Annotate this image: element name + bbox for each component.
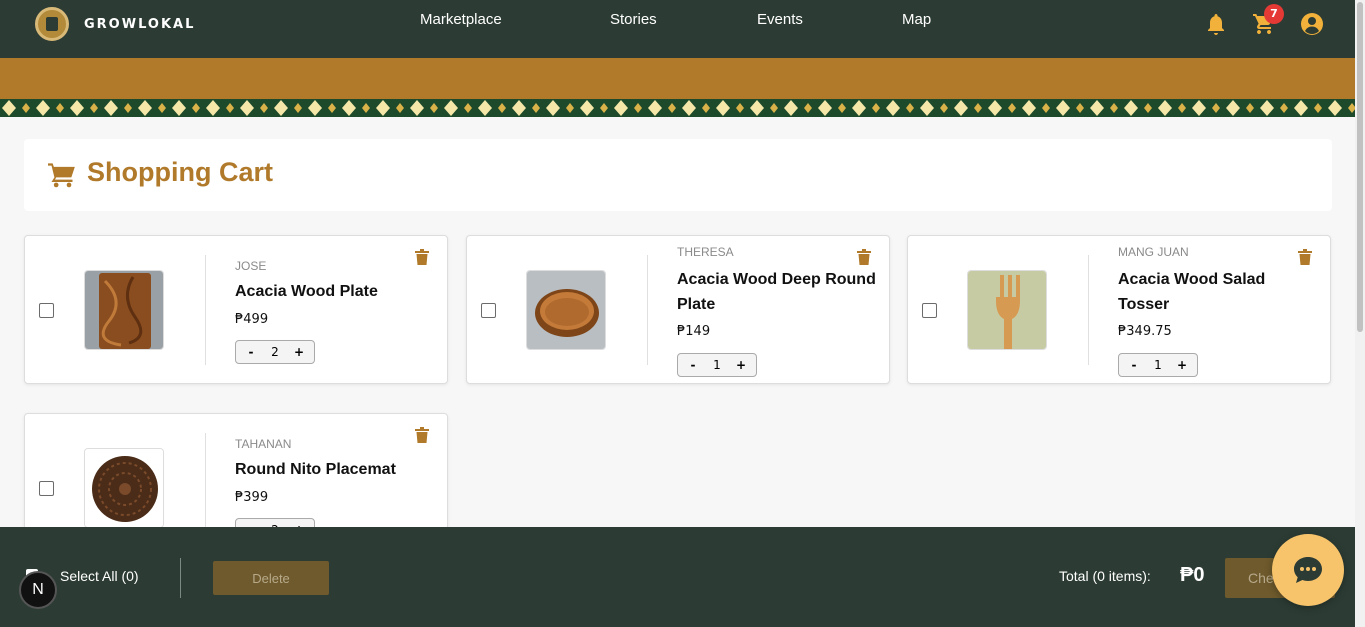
page-title: Shopping Cart <box>87 157 273 187</box>
quantity-stepper: - 1 + <box>1118 353 1198 377</box>
main-nav <box>0 58 1355 99</box>
dev-tools-badge[interactable]: N <box>19 571 57 609</box>
cart-item-card: JOSE Acacia Wood Plate ₱499 - 2 + <box>24 235 448 384</box>
card-divider <box>647 255 648 365</box>
product-image[interactable] <box>84 270 164 350</box>
total-value: ₱0 <box>1180 564 1205 586</box>
top-header <box>0 0 1355 58</box>
cart-item-card: THERESA Acacia Wood Deep Round Plate ₱14… <box>466 235 890 384</box>
select-all-label[interactable]: Select All (0) <box>60 568 139 584</box>
product-price: ₱499 <box>235 312 269 327</box>
item-select-checkbox[interactable] <box>39 481 54 496</box>
increase-qty-button[interactable]: + <box>1175 358 1189 372</box>
decrease-qty-button[interactable]: - <box>244 345 258 359</box>
decrease-qty-button[interactable]: - <box>686 358 700 372</box>
trash-icon[interactable] <box>415 249 429 265</box>
logo-icon[interactable] <box>35 7 69 41</box>
summary-divider <box>180 558 181 598</box>
nav-map[interactable]: Map <box>902 11 931 28</box>
trash-icon[interactable] <box>857 249 871 265</box>
product-name[interactable]: Acacia Wood Plate <box>235 279 435 304</box>
item-select-checkbox[interactable] <box>39 303 54 318</box>
product-name[interactable]: Acacia Wood Salad Tosser <box>1118 267 1318 317</box>
item-select-checkbox[interactable] <box>922 303 937 318</box>
product-image[interactable] <box>967 270 1047 350</box>
cart-summary-bar <box>0 527 1355 627</box>
seller-name[interactable]: THERESA <box>677 245 734 259</box>
total-label: Total (0 items): <box>1059 568 1151 584</box>
shopping-cart-icon <box>48 163 75 188</box>
card-divider <box>205 255 206 365</box>
card-divider <box>1088 255 1089 365</box>
nav-events[interactable]: Events <box>757 11 803 28</box>
product-image[interactable] <box>526 270 606 350</box>
product-price: ₱149 <box>677 324 711 339</box>
scrollbar-thumb[interactable] <box>1357 2 1363 332</box>
seller-name[interactable]: MANG JUAN <box>1118 245 1189 259</box>
seller-name[interactable]: TAHANAN <box>235 437 291 451</box>
seller-name[interactable]: JOSE <box>235 259 266 273</box>
cart-item-card: MANG JUAN Acacia Wood Salad Tosser ₱349.… <box>907 235 1331 384</box>
quantity-value: 2 <box>271 345 279 359</box>
delete-selected-button[interactable]: Delete <box>213 561 329 595</box>
user-account-icon[interactable] <box>1300 12 1324 36</box>
product-name[interactable]: Acacia Wood Deep Round Plate <box>677 267 877 317</box>
item-select-checkbox[interactable] <box>481 303 496 318</box>
product-name[interactable]: Round Nito Placemat <box>235 457 435 482</box>
quantity-value: 1 <box>1154 358 1162 372</box>
cart-count-badge: 7 <box>1264 4 1284 24</box>
decrease-qty-button[interactable]: - <box>1127 358 1141 372</box>
product-price: ₱349.75 <box>1118 324 1172 339</box>
quantity-stepper: - 2 + <box>235 340 315 364</box>
nav-marketplace[interactable]: Marketplace <box>420 11 502 28</box>
quantity-stepper: - 1 + <box>677 353 757 377</box>
bell-icon[interactable] <box>1204 12 1228 36</box>
product-image[interactable] <box>84 448 164 528</box>
decorative-banner-pattern <box>0 99 1355 117</box>
product-price: ₱399 <box>235 490 269 505</box>
chat-button[interactable] <box>1272 534 1344 606</box>
increase-qty-button[interactable]: + <box>292 345 306 359</box>
brand-name[interactable]: GROWLOKAL <box>84 17 195 32</box>
trash-icon[interactable] <box>1298 249 1312 265</box>
chat-bubble-icon <box>1294 557 1322 583</box>
quantity-value: 1 <box>713 358 721 372</box>
increase-qty-button[interactable]: + <box>734 358 748 372</box>
trash-icon[interactable] <box>415 427 429 443</box>
nav-stories[interactable]: Stories <box>610 11 657 28</box>
